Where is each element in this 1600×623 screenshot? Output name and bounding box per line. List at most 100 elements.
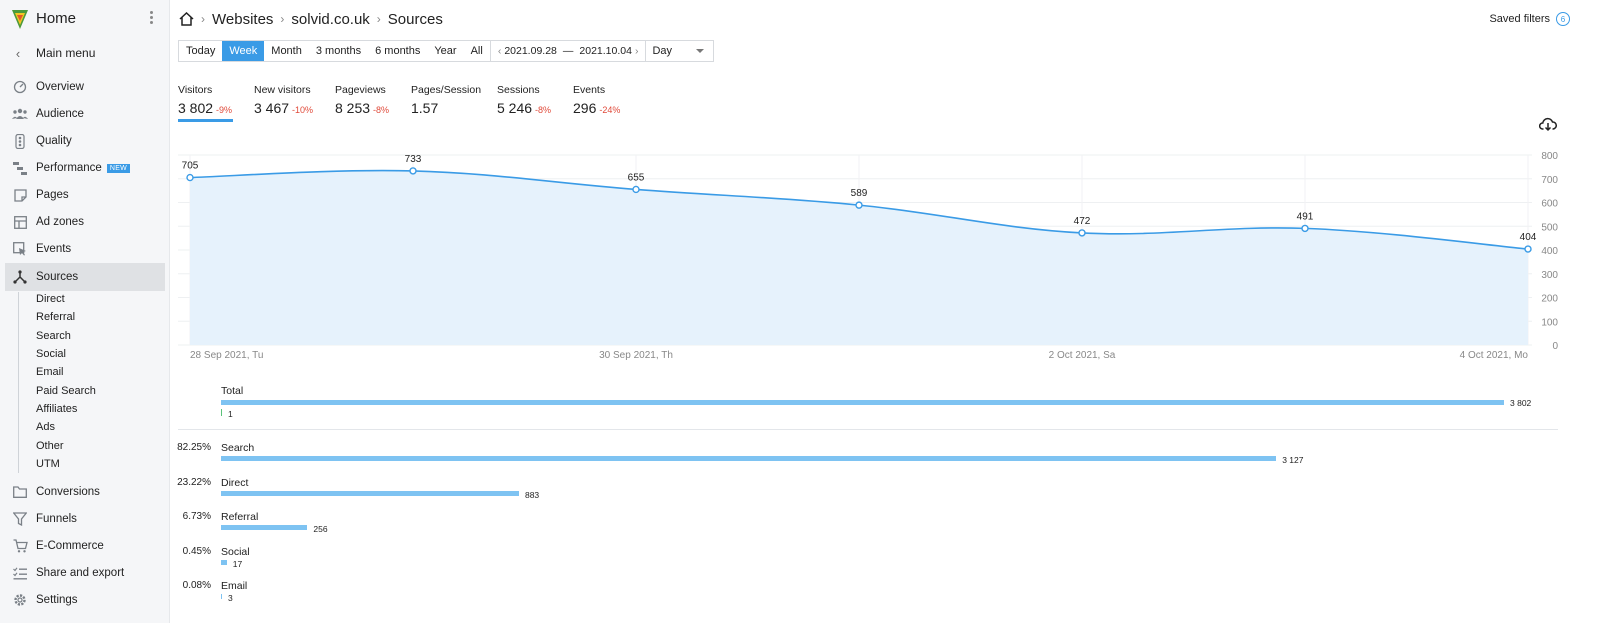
- cloud-download-icon[interactable]: [1539, 116, 1557, 132]
- data-point: [1301, 224, 1309, 233]
- chevron-left-icon: ‹: [15, 45, 21, 61]
- page-icon: [12, 187, 28, 203]
- source-bar: [221, 491, 519, 496]
- new-badge: NEW: [106, 163, 131, 173]
- granularity-select[interactable]: Day: [645, 41, 713, 61]
- sidebar-item-funnels[interactable]: Funnels: [5, 506, 165, 532]
- sidebar-item-pages[interactable]: Pages: [5, 182, 165, 208]
- logo-icon: [12, 10, 28, 29]
- sub-item-email[interactable]: Email: [36, 365, 64, 379]
- y-tick-label: 200: [1541, 294, 1558, 305]
- source-value: 883: [524, 490, 540, 500]
- source-name: Search: [221, 442, 255, 454]
- checklist-icon: [12, 565, 28, 581]
- sidebar-item-label: Settings: [36, 594, 78, 606]
- metric-label: Visitors: [178, 84, 213, 96]
- source-pct: 0.08%: [182, 580, 211, 591]
- sidebar-item-e-commerce[interactable]: E-Commerce: [5, 533, 165, 559]
- home-title[interactable]: Home: [36, 10, 76, 27]
- breadcrumb-site[interactable]: solvid.co.uk: [291, 11, 369, 28]
- sub-item-social[interactable]: Social: [36, 347, 66, 361]
- sidebar-item-label: Conversions: [36, 486, 100, 498]
- metric-change: -9%: [216, 105, 233, 115]
- sub-item-referral[interactable]: Referral: [36, 310, 75, 324]
- metric-label: Events: [573, 84, 606, 96]
- metric-new-visitors[interactable]: New visitors 3 467 -10%: [254, 84, 313, 116]
- sidebar-item-events[interactable]: Events: [5, 236, 165, 262]
- sub-item-other[interactable]: Other: [36, 439, 64, 453]
- sidebar-item-label: Events: [36, 243, 72, 255]
- y-tick-label: 500: [1541, 222, 1558, 233]
- metric-events[interactable]: Events 296 -24%: [573, 84, 620, 116]
- x-tick-label: 4 Oct 2021, Mo: [1460, 350, 1529, 361]
- data-label: 705: [182, 161, 199, 172]
- period-month[interactable]: Month: [264, 41, 309, 61]
- sub-item-paid-search[interactable]: Paid Search: [36, 384, 96, 398]
- source-bar: [221, 594, 222, 599]
- breadcrumb-separator: ›: [280, 12, 285, 26]
- metric-pageviews[interactable]: Pageviews 8 253 -8%: [335, 84, 389, 116]
- sidebar-item-performance[interactable]: Performance NEW: [5, 155, 165, 181]
- source-value: 256: [313, 524, 328, 534]
- kebab-menu-icon[interactable]: [150, 11, 154, 27]
- total-label: Total: [221, 385, 244, 397]
- sidebar-item-label: Share and export: [36, 567, 125, 579]
- sidebar-header: Home: [0, 0, 170, 38]
- breadcrumb-websites[interactable]: Websites: [212, 11, 273, 28]
- sidebar-item-quality[interactable]: Quality: [5, 128, 165, 154]
- period-toolbar: Today Week Month 3 months 6 months Year …: [178, 40, 715, 62]
- source-value: 3: [228, 593, 233, 603]
- period-3-months[interactable]: 3 months: [309, 41, 368, 61]
- period-week[interactable]: Week: [222, 41, 265, 61]
- metric-visitors[interactable]: Visitors 3 802 -9%: [178, 84, 232, 116]
- performance-icon: [12, 160, 28, 176]
- y-tick-label: 0: [1552, 341, 1558, 352]
- sub-item-direct[interactable]: Direct: [36, 292, 65, 306]
- date-range[interactable]: ‹ 2021.09.28 — 2021.10.04 ›: [489, 41, 646, 61]
- data-label: 491: [1297, 211, 1314, 222]
- source-name: Social: [221, 546, 250, 558]
- y-tick-label: 400: [1541, 246, 1558, 257]
- sidebar-item-ad-zones[interactable]: Ad zones: [5, 209, 165, 235]
- sidebar-item-audience[interactable]: Audience: [5, 101, 165, 127]
- sidebar-item-conversions[interactable]: Conversions: [5, 479, 165, 505]
- period-year[interactable]: Year: [427, 41, 463, 61]
- main-menu-link[interactable]: ‹ Main menu: [10, 44, 160, 62]
- chevron-right-icon[interactable]: ›: [635, 45, 639, 57]
- data-label: 733: [405, 154, 422, 165]
- period-6-months[interactable]: 6 months: [368, 41, 427, 61]
- chevron-left-icon[interactable]: ‹: [498, 45, 502, 57]
- cursor-icon: [12, 241, 28, 257]
- sidebar-item-label: Overview: [36, 81, 84, 93]
- saved-filters-button[interactable]: Saved filters 6: [1489, 12, 1570, 26]
- sidebar-item-settings[interactable]: Settings: [5, 587, 165, 613]
- sub-item-affiliates[interactable]: Affiliates: [36, 402, 77, 416]
- metric-change: -24%: [599, 105, 621, 115]
- sidebar-item-share-export[interactable]: Share and export: [5, 560, 165, 586]
- metric-label: Pages/Session: [411, 84, 482, 96]
- date-to: 2021.10.04: [579, 45, 632, 57]
- metric-value: 8 253: [335, 100, 371, 116]
- sidebar-item-label: Sources: [36, 271, 79, 283]
- total-secondary-value: 1: [228, 409, 233, 419]
- period-all[interactable]: All: [464, 41, 490, 61]
- sidebar-item-overview[interactable]: Overview: [5, 74, 165, 100]
- period-today[interactable]: Today: [179, 41, 222, 61]
- sub-item-search[interactable]: Search: [36, 329, 71, 343]
- sidebar-item-label: Pages: [36, 189, 69, 201]
- metric-sessions[interactable]: Sessions 5 246 -8%: [497, 84, 551, 116]
- sidebar: Home ‹ Main menu Overview Audience Quali…: [0, 0, 170, 623]
- y-tick-label: 600: [1541, 199, 1558, 210]
- metric-pages-session[interactable]: Pages/Session 1.57: [411, 84, 481, 116]
- metric-value: 3 467: [254, 100, 290, 116]
- home-icon[interactable]: [179, 12, 194, 26]
- metric-value: 5 246: [497, 100, 533, 116]
- total-secondary-tick: [221, 409, 222, 416]
- source-pct: 23.22%: [177, 477, 211, 488]
- sub-item-utm[interactable]: UTM: [36, 457, 60, 471]
- metric-label: Pageviews: [335, 84, 386, 96]
- sub-item-ads[interactable]: Ads: [36, 420, 55, 434]
- sidebar-item-sources[interactable]: Sources: [5, 263, 165, 291]
- sources-icon: [12, 269, 28, 285]
- people-icon: [12, 106, 28, 122]
